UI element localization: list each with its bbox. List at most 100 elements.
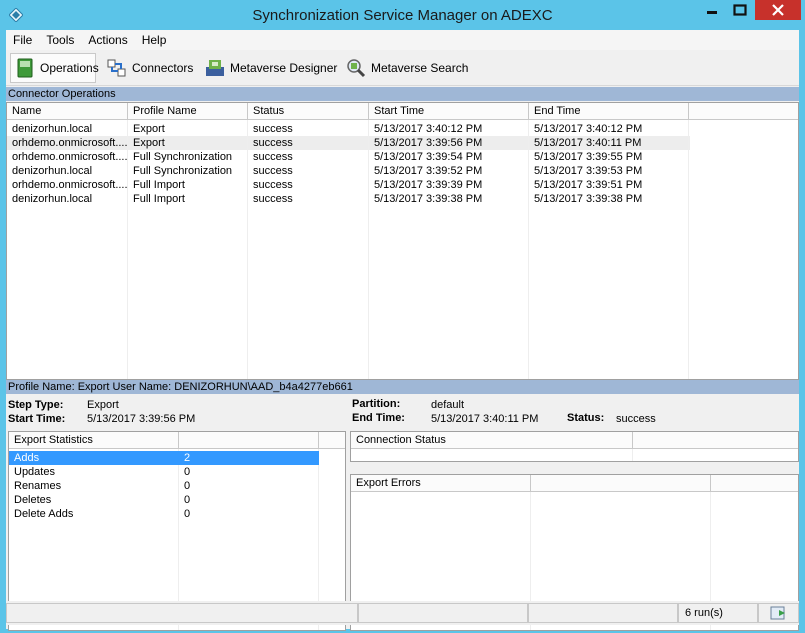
minimize-button[interactable] [698,0,726,20]
cell-status: success [253,193,293,205]
run-count: 6 run(s) [678,603,758,623]
metaverse-search-button[interactable]: Metaverse Search [342,53,472,83]
status-cell-3 [528,603,678,623]
connectors-button[interactable]: Connectors [103,53,197,83]
menu-actions[interactable]: Actions [81,30,134,50]
menu-bar: File Tools Actions Help [6,30,799,50]
export-statistics-header: Export Statistics [9,432,179,449]
menu-file[interactable]: File [6,30,39,50]
cell-profile-name: Full Synchronization [133,151,233,163]
step-type-label: Step Type: [8,399,64,411]
cell-end-time: 5/13/2017 3:39:55 PM [534,151,643,163]
operations-icon [15,58,35,78]
cell-name: orhdemo.onmicrosoft.... [12,151,127,163]
statistic-name: Delete Adds [14,508,74,520]
cell-name: denizorhun.local [12,123,93,135]
cell-status: success [253,165,293,177]
connection-status-grid[interactable]: Connection Status [350,431,799,462]
start-time-value: 5/13/2017 3:39:56 PM [87,413,196,425]
cell-status: success [253,179,293,191]
statistic-name: Updates [14,466,55,478]
end-time-value: 5/13/2017 3:40:11 PM [431,413,539,425]
cell-profile-name: Export [133,123,165,135]
cell-end-time: 5/13/2017 3:39:53 PM [534,165,643,177]
cell-end-time: 5/13/2017 3:40:12 PM [534,123,643,135]
client-area: File Tools Actions Help Operations Conne… [6,30,799,631]
cell-status: success [253,123,293,135]
connectors-icon [107,58,127,78]
close-button[interactable] [755,0,801,20]
window-title: Synchronization Service Manager on ADEXC [252,7,553,24]
col-header-name[interactable]: Name [7,103,128,120]
cell-status: success [253,137,293,149]
connector-operations-title: Connector Operations [6,87,799,101]
cell-end-time: 5/13/2017 3:39:38 PM [534,193,643,205]
status-cell-2 [358,603,528,623]
metaverse-search-label: Metaverse Search [371,61,469,75]
close-icon [772,4,784,16]
partition-value: default [431,399,465,411]
cell-name: denizorhun.local [12,193,93,205]
title-bar[interactable]: Synchronization Service Manager on ADEXC [0,0,805,30]
minimize-icon [707,11,717,14]
menu-tools[interactable]: Tools [39,30,81,50]
toolbar: Operations Connectors Metaverse Designer… [6,50,799,86]
cell-profile-name: Full Import [133,193,185,205]
export-errors-header-col2 [531,475,711,492]
metaverse-search-icon [346,58,366,78]
cell-status: success [253,151,293,163]
metaverse-designer-label: Metaverse Designer [230,61,338,75]
partition-label: Partition: [352,398,401,410]
step-type-value: Export [87,399,119,411]
statistic-name: Adds [14,452,40,464]
col-header-status[interactable]: Status [248,103,369,120]
maximize-icon [733,4,747,16]
export-statistics-header-filler [319,432,345,449]
cell-start-time: 5/13/2017 3:39:38 PM [374,193,483,205]
refresh-icon [770,606,785,620]
status-label: Status: [567,412,605,424]
statistic-value: 0 [184,508,191,520]
run-details-pane: Step Type: Export Start Time: 5/13/2017 … [6,394,799,631]
operations-label: Operations [40,61,99,75]
col-header-end-time[interactable]: End Time [529,103,689,120]
metaverse-designer-button[interactable]: Metaverse Designer [201,53,341,83]
connectors-label: Connectors [132,61,194,75]
profile-details-header: Profile Name: Export User Name: DENIZORH… [6,380,799,394]
export-errors-header-filler [711,475,798,492]
cell-name: orhdemo.onmicrosoft.... [12,179,127,191]
connector-operations-list[interactable]: Name Profile Name Status Start Time End … [6,102,799,380]
cell-start-time: 5/13/2017 3:39:54 PM [374,151,483,163]
maximize-button[interactable] [726,0,754,20]
cell-profile-name: Full Import [133,179,185,191]
statistic-value: 2 [184,452,191,464]
col-header-filler [689,103,798,120]
cell-start-time: 5/13/2017 3:39:39 PM [374,179,483,191]
connection-status-header-filler [633,432,798,449]
column-divider [632,449,633,461]
operations-button[interactable]: Operations [10,53,99,83]
refresh-status-button[interactable] [758,603,799,623]
statistic-name: Renames [14,480,62,492]
statistic-value: 0 [184,466,191,478]
cell-start-time: 5/13/2017 3:39:56 PM [374,137,483,149]
status-value: success [616,413,656,425]
metaverse-designer-icon [205,58,225,78]
export-errors-header: Export Errors [351,475,531,492]
menu-help[interactable]: Help [135,30,174,50]
col-header-start-time[interactable]: Start Time [369,103,529,120]
cell-end-time: 5/13/2017 3:40:11 PM [534,137,642,149]
cell-name: orhdemo.onmicrosoft.... [12,137,127,149]
end-time-label: End Time: [352,412,405,424]
col-header-profile-name[interactable]: Profile Name [128,103,248,120]
statistic-name: Deletes [14,494,52,506]
statistic-value: 0 [184,480,191,492]
cell-end-time: 5/13/2017 3:39:51 PM [534,179,643,191]
status-cell-1 [6,603,358,623]
app-window: Synchronization Service Manager on ADEXC… [0,0,805,633]
cell-start-time: 5/13/2017 3:39:52 PM [374,165,483,177]
cell-profile-name: Full Synchronization [133,165,233,177]
connection-status-header: Connection Status [351,432,633,449]
status-bar: 6 run(s) [6,601,799,625]
cell-start-time: 5/13/2017 3:40:12 PM [374,123,483,135]
